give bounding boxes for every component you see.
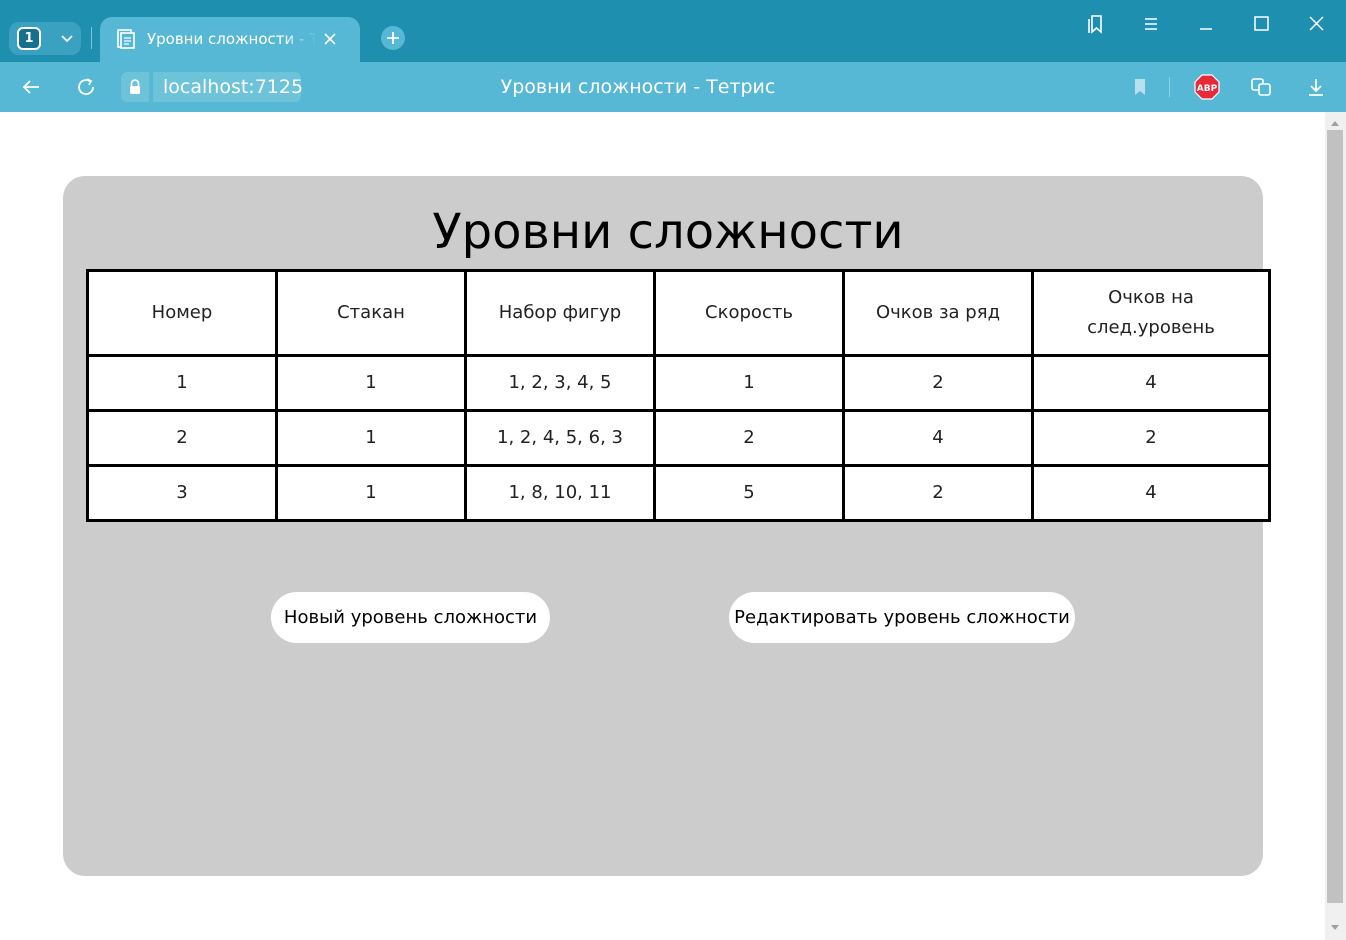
plus-icon[interactable] [380,25,406,51]
active-tab[interactable]: Уровни сложности - Тетрис [100,17,360,62]
column-header-figures: Набор фигур [464,269,656,357]
translate-icon[interactable] [1249,75,1273,99]
new-level-button[interactable]: Новый уровень сложности [271,592,550,643]
reload-icon[interactable] [74,75,98,99]
maximize-icon[interactable] [1249,12,1273,36]
table-cell: 2 [1031,409,1271,467]
column-header-number: Номер [86,269,278,357]
column-header-glass: Стакан [275,269,467,357]
table-row[interactable]: 1 1 1, 2, 3, 4, 5 1 2 4 [86,354,1271,412]
scrollbar-thumb[interactable] [1327,130,1343,903]
table-cell: 5 [653,464,845,522]
bookmarks-icon[interactable] [1084,12,1108,36]
lock-icon [130,79,140,94]
table-cell: 1, 8, 10, 11 [464,464,656,522]
site-info-button[interactable] [121,72,149,102]
table-cell: 2 [842,354,1034,412]
scroll-down-arrow-icon[interactable] [1329,922,1341,934]
table-cell: 1 [275,464,467,522]
table-cell: 1, 2, 4, 5, 6, 3 [464,409,656,467]
table-cell: 1 [275,409,467,467]
table-cell: 2 [86,409,278,467]
table-cell: 3 [86,464,278,522]
close-icon[interactable] [321,30,339,48]
download-icon[interactable] [1304,75,1328,99]
table-cell: 1, 2, 3, 4, 5 [464,354,656,412]
window-page-title: Уровни сложности - Тетрис [500,76,776,98]
close-window-icon[interactable] [1304,12,1328,36]
table-cell: 2 [653,409,845,467]
table-cell: 4 [1031,354,1271,412]
menu-icon[interactable] [1139,12,1163,36]
minimize-icon[interactable] [1194,12,1218,36]
table-cell: 1 [275,354,467,412]
tab-title: Уровни сложности - Тетрис [147,30,317,48]
tab-count-badge: 1 [17,27,41,50]
url-field[interactable]: localhost:7125 [153,72,303,102]
column-header-speed: Скорость [653,269,845,357]
page-heading: Уровни сложности [432,204,904,260]
adblock-icon[interactable]: ABP [1194,74,1220,100]
chevron-down-icon [61,35,73,43]
difficulty-levels-table: Номер Стакан Набор фигур Скорость Очков … [86,269,1271,522]
bookmark-icon[interactable] [1128,75,1152,99]
table-cell: 1 [653,354,845,412]
column-header-points-per-row: Очков за ряд [842,269,1034,357]
adblock-label: ABP [1197,84,1218,94]
table-header-row: Номер Стакан Набор фигур Скорость Очков … [86,269,1271,357]
back-icon[interactable] [19,75,43,99]
tab-bar: 1 Уровни сложности - Тетрис [0,0,1346,62]
tab-counter-button[interactable]: 1 [9,22,81,55]
table-row[interactable]: 2 1 1, 2, 4, 5, 6, 3 2 4 2 [86,409,1271,467]
scroll-up-arrow-icon[interactable] [1329,117,1341,129]
document-icon [117,29,135,49]
column-header-points-next-level: Очков на след.уровень [1031,269,1271,357]
toolbar-divider [1169,77,1170,97]
tab-divider [91,27,92,49]
table-cell: 2 [842,464,1034,522]
table-cell: 1 [86,354,278,412]
table-cell: 4 [1031,464,1271,522]
table-row[interactable]: 3 1 1, 8, 10, 11 5 2 4 [86,464,1271,522]
edit-level-button[interactable]: Редактировать уровень сложности [729,592,1075,643]
table-cell: 4 [842,409,1034,467]
